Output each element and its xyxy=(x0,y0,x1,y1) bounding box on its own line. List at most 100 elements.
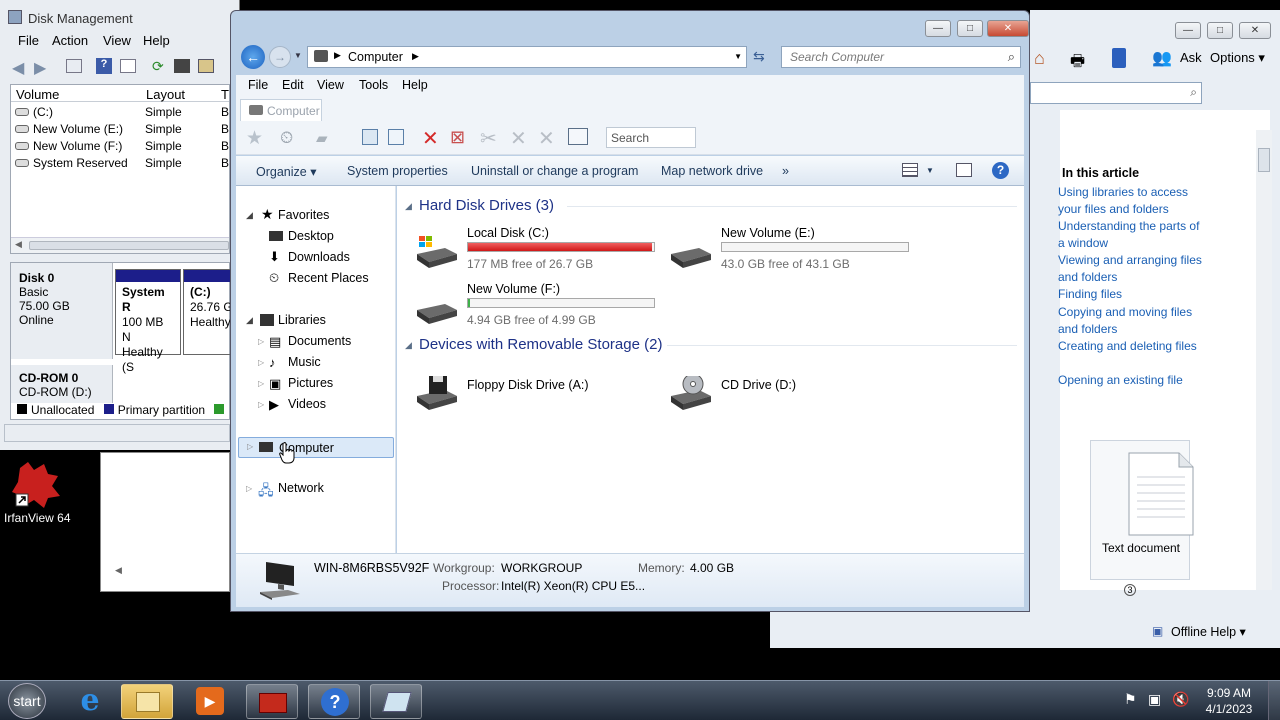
delete-icon[interactable]: ✕ xyxy=(422,126,439,151)
help-minimize-button[interactable]: — xyxy=(1175,22,1201,39)
options-button[interactable]: Options ▾ xyxy=(1210,50,1265,66)
favorites-star-icon[interactable]: ★ xyxy=(246,127,263,150)
disk0-info[interactable]: Disk 0 Basic 75.00 GB Online xyxy=(11,263,113,359)
scroll-left-icon[interactable]: ◀ xyxy=(115,565,122,576)
volume-row[interactable]: System Reserved Simple B xyxy=(15,156,229,170)
ask-button[interactable]: Ask xyxy=(1180,50,1202,65)
undo-icon[interactable]: ✕ xyxy=(510,126,527,151)
partition-c[interactable]: (C:) 26.76 G Healthy xyxy=(183,269,231,355)
cdrom-info[interactable]: CD-ROM 0 CD-ROM (D:) xyxy=(11,365,113,405)
view-grid-icon[interactable] xyxy=(568,128,588,145)
help-icon[interactable]: ? xyxy=(96,58,112,74)
taskbar-disk-management-button[interactable] xyxy=(370,684,422,719)
menu-action[interactable]: Action xyxy=(52,33,88,48)
media-player-icon[interactable]: ▶ xyxy=(196,687,224,715)
back-icon[interactable]: ◀ xyxy=(12,58,24,78)
show-desktop-button[interactable] xyxy=(1268,681,1280,720)
redo-icon[interactable]: ✕ xyxy=(538,126,555,151)
properties-icon[interactable] xyxy=(120,59,136,73)
copy-to-icon[interactable] xyxy=(362,129,378,145)
cd-drive[interactable]: CD Drive (D:) xyxy=(669,364,914,414)
search-icon[interactable]: ⌕ xyxy=(1190,85,1197,100)
move-to-icon[interactable] xyxy=(388,129,404,145)
partition-system-reserved[interactable]: System R 100 MB N Healthy (S xyxy=(115,269,181,374)
scroll-thumb[interactable] xyxy=(1258,148,1270,172)
floppy-drive[interactable]: Floppy Disk Drive (A:) xyxy=(415,364,660,414)
uninstall-program-button[interactable]: Uninstall or change a program xyxy=(471,164,638,178)
refresh-icon[interactable]: ⇆ xyxy=(753,48,765,65)
collapse-group-icon[interactable]: ◢ xyxy=(405,201,412,212)
expand-videos-icon[interactable]: ▷ xyxy=(258,400,264,409)
home-icon[interactable]: ⌂ xyxy=(1034,48,1045,69)
forward-icon[interactable]: ▶ xyxy=(34,58,46,78)
network-tray-icon[interactable]: ▣ xyxy=(1148,691,1161,708)
nav-documents[interactable]: Documents xyxy=(288,334,351,348)
search-input[interactable]: Search Computer ⌕ xyxy=(781,46,1021,68)
expand-music-icon[interactable]: ▷ xyxy=(258,358,264,367)
nav-network[interactable]: Network xyxy=(278,481,324,495)
address-dropdown-icon[interactable]: ▼ xyxy=(734,52,742,61)
search-icon[interactable]: ⌕ xyxy=(1008,49,1015,65)
column-volume[interactable]: Volume xyxy=(16,87,59,102)
help-maximize-button[interactable]: □ xyxy=(1207,22,1233,39)
taskbar-explorer-button[interactable] xyxy=(121,684,173,719)
minimize-button[interactable]: — xyxy=(925,20,951,37)
system-properties-button[interactable]: System properties xyxy=(347,164,448,178)
preview-pane-icon[interactable] xyxy=(956,163,972,177)
menu-help[interactable]: Help xyxy=(143,33,170,48)
scroll-left-icon[interactable]: ◀ xyxy=(15,239,22,250)
close-button[interactable]: ✕ xyxy=(987,20,1029,37)
drive-e[interactable]: New Volume (E:) 43.0 GB free of 43.1 GB xyxy=(669,226,914,282)
action-center-flag-icon[interactable]: ⚑ xyxy=(1124,691,1137,708)
cut-icon[interactable]: ✂ xyxy=(480,126,497,151)
start-button[interactable]: start xyxy=(8,683,46,719)
drive-c[interactable]: Local Disk (C:) 177 MB free of 26.7 GB xyxy=(415,226,660,282)
volume-row[interactable]: (C:) Simple B xyxy=(15,105,229,119)
more-commands-button[interactable]: » xyxy=(782,164,789,178)
group-removable-storage[interactable]: Devices with Removable Storage (2) xyxy=(419,336,662,353)
help-link[interactable]: Opening an existing file xyxy=(1058,372,1208,389)
help-link[interactable]: Copying and moving files and folders xyxy=(1058,304,1208,338)
menu-edit[interactable]: Edit xyxy=(282,78,304,92)
settings-icon[interactable] xyxy=(198,59,214,73)
drive-f[interactable]: New Volume (F:) 4.94 GB free of 4.99 GB xyxy=(415,282,660,338)
menu-help[interactable]: Help xyxy=(402,78,428,92)
console-tree-icon[interactable] xyxy=(66,59,82,73)
maximize-button[interactable]: □ xyxy=(957,20,983,37)
help-link[interactable]: Finding files xyxy=(1058,286,1208,303)
map-network-drive-button[interactable]: Map network drive xyxy=(661,164,763,178)
breadcrumb[interactable]: Computer xyxy=(348,50,403,64)
taskbar-toolbox-button[interactable] xyxy=(246,684,298,719)
expand-favorites-icon[interactable]: ◢ xyxy=(246,210,253,221)
volume-muted-icon[interactable]: 🔇 xyxy=(1172,691,1189,708)
nav-libraries[interactable]: Libraries xyxy=(278,313,326,327)
column-type[interactable]: T xyxy=(221,87,229,102)
forward-button[interactable]: → xyxy=(269,46,291,68)
help-link[interactable]: Viewing and arranging files and folders xyxy=(1058,252,1208,286)
help-link[interactable]: Understanding the parts of a window xyxy=(1058,218,1208,252)
irfanview-desktop-icon[interactable]: IrfanView 64 xyxy=(4,460,72,530)
nav-pictures[interactable]: Pictures xyxy=(288,376,333,390)
horizontal-scrollbar[interactable]: ◀ xyxy=(11,237,229,253)
menu-view[interactable]: View xyxy=(103,33,131,48)
nav-recent-places[interactable]: Recent Places xyxy=(288,271,369,285)
breadcrumb-chevron-icon[interactable]: ▶ xyxy=(412,51,419,62)
column-layout[interactable]: Layout xyxy=(146,87,185,102)
ask-icon[interactable]: 👥 xyxy=(1152,48,1172,68)
nav-computer-selected[interactable]: ▷ Computer xyxy=(238,437,394,464)
expand-computer-icon[interactable]: ▷ xyxy=(247,442,253,451)
help-close-button[interactable]: ✕ xyxy=(1239,22,1271,39)
nav-music[interactable]: Music xyxy=(288,355,321,369)
nav-desktop[interactable]: Desktop xyxy=(288,229,334,243)
nav-videos[interactable]: Videos xyxy=(288,397,326,411)
address-bar[interactable]: ▶ Computer ▶ ▼ xyxy=(307,46,747,68)
taskbar-help-button[interactable]: ? xyxy=(308,684,360,719)
expand-pictures-icon[interactable]: ▷ xyxy=(258,379,264,388)
group-hard-disk-drives[interactable]: Hard Disk Drives (3) xyxy=(419,197,554,214)
volume-row[interactable]: New Volume (E:) Simple B xyxy=(15,122,229,136)
help-icon[interactable]: ? xyxy=(992,162,1009,179)
nav-downloads[interactable]: Downloads xyxy=(288,250,350,264)
menu-file[interactable]: File xyxy=(248,78,268,92)
browse-help-icon[interactable] xyxy=(1112,48,1126,68)
organize-button[interactable]: Organize ▾ xyxy=(256,164,316,179)
